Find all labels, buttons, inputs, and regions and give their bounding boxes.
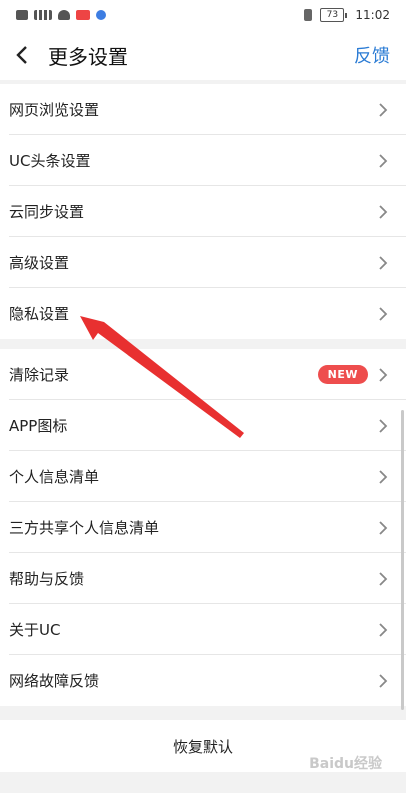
- back-arrow-icon[interactable]: [4, 30, 40, 80]
- row-label: 关于UC: [9, 621, 61, 639]
- signal-icon: [34, 10, 52, 20]
- chevron-right-icon: [379, 204, 388, 219]
- watermark: Baidu经验: [309, 756, 382, 772]
- row-label: 隐私设置: [9, 305, 70, 323]
- notification-music-icon: [96, 10, 106, 20]
- chevron-right-icon: [379, 571, 388, 586]
- row-label: 云同步设置: [9, 203, 85, 221]
- hd-icon: [16, 10, 28, 20]
- status-bar: 73 11:02: [0, 0, 406, 30]
- chevron-right-icon: [379, 520, 388, 535]
- status-time: 11:02: [355, 8, 390, 22]
- settings-group-1: 网页浏览设置 UC头条设置 云同步设置 高级设置 隐私设置: [0, 84, 406, 339]
- bluetooth-icon: [304, 9, 313, 21]
- row-advanced[interactable]: 高级设置: [0, 237, 406, 288]
- battery-level: 73: [320, 8, 345, 22]
- row-help-feedback[interactable]: 帮助与反馈: [0, 553, 406, 604]
- row-cloud-sync[interactable]: 云同步设置: [0, 186, 406, 237]
- row-app-icon[interactable]: APP图标: [0, 400, 406, 451]
- status-icons-left: [0, 10, 106, 20]
- row-label: 网络故障反馈: [9, 672, 100, 690]
- chevron-right-icon: [379, 469, 388, 484]
- row-web-browsing[interactable]: 网页浏览设置: [0, 84, 406, 135]
- chevron-right-icon: [379, 418, 388, 433]
- chevron-right-icon: [379, 673, 388, 688]
- row-uc-headlines[interactable]: UC头条设置: [0, 135, 406, 186]
- back-chevron-svg: [16, 46, 27, 64]
- chevron-right-icon: [379, 306, 388, 321]
- row-clear-history[interactable]: 清除记录 NEW: [0, 349, 406, 400]
- row-label: UC头条设置: [9, 152, 91, 170]
- settings-group-2: 清除记录 NEW APP图标 个人信息清单 三方共享个人信息清单 帮助与反馈 关…: [0, 349, 406, 706]
- row-label: APP图标: [9, 417, 68, 435]
- row-label: 三方共享个人信息清单: [9, 519, 160, 537]
- row-label: 帮助与反馈: [9, 570, 85, 588]
- chevron-right-icon: [379, 255, 388, 270]
- row-label: 个人信息清单: [9, 468, 100, 486]
- header-bar: 更多设置 反馈: [0, 30, 406, 80]
- row-third-party-sharing[interactable]: 三方共享个人信息清单: [0, 502, 406, 553]
- row-personal-info-list[interactable]: 个人信息清单: [0, 451, 406, 502]
- row-label: 清除记录: [9, 366, 70, 384]
- row-about-uc[interactable]: 关于UC: [0, 604, 406, 655]
- status-icons-right: 73 11:02: [304, 8, 406, 22]
- row-network-issue-feedback[interactable]: 网络故障反馈: [0, 655, 406, 706]
- chevron-right-icon: [379, 622, 388, 637]
- row-label: 高级设置: [9, 254, 70, 272]
- notification-app-icon: [76, 10, 90, 20]
- chevron-right-icon: [379, 102, 388, 117]
- new-badge: NEW: [317, 365, 368, 384]
- battery-icon: 73: [320, 8, 348, 22]
- feedback-button[interactable]: 反馈: [354, 42, 390, 68]
- chevron-right-icon: [379, 367, 388, 382]
- row-label: 网页浏览设置: [9, 101, 100, 119]
- chevron-right-icon: [379, 153, 388, 168]
- scrollbar[interactable]: [401, 410, 404, 710]
- wifi-icon: [58, 10, 70, 20]
- row-privacy[interactable]: 隐私设置: [0, 288, 406, 339]
- page-title: 更多设置: [48, 44, 128, 69]
